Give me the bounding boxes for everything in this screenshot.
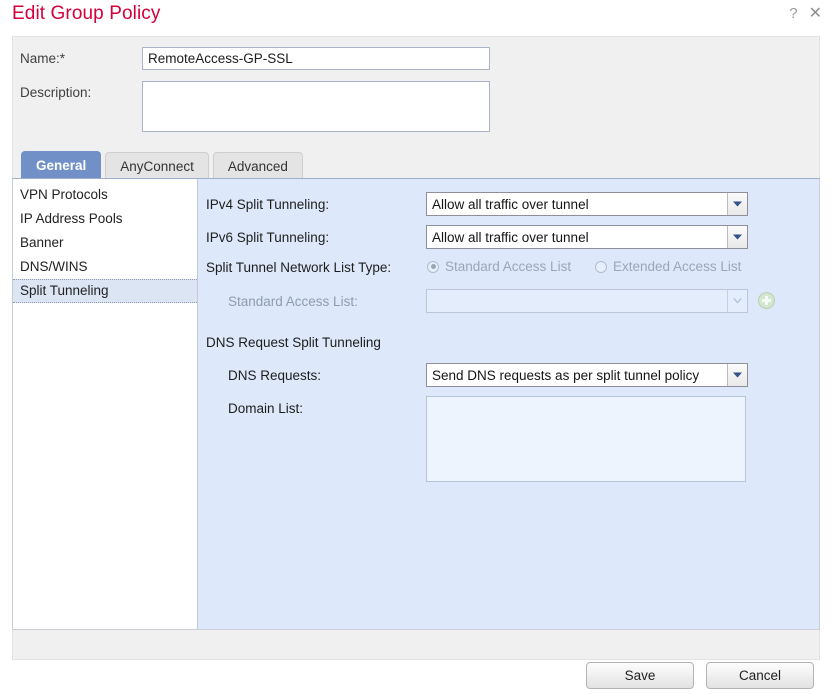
ipv4-split-tunneling-value: Allow all traffic over tunnel [432, 196, 589, 212]
tab-advanced[interactable]: Advanced [212, 152, 303, 179]
dns-requests-label: DNS Requests: [228, 368, 322, 383]
add-access-list-button [758, 292, 775, 309]
help-icon[interactable]: ? [789, 6, 797, 21]
sidebar-item-banner[interactable]: Banner [13, 231, 197, 255]
close-icon[interactable]: ✕ [809, 6, 822, 22]
save-button[interactable]: Save [586, 662, 694, 689]
radio-standard-access-list[interactable]: Standard Access List [427, 259, 571, 274]
chevron-down-icon [727, 193, 747, 215]
settings-category-list: VPN Protocols IP Address Pools Banner DN… [13, 179, 198, 629]
chevron-down-icon [727, 364, 747, 386]
dns-request-split-tunneling-section-label: DNS Request Split Tunneling [206, 335, 381, 350]
policy-identity-form: Name:* Description: [12, 36, 820, 140]
sidebar-item-dns-wins[interactable]: DNS/WINS [13, 255, 197, 279]
tab-general[interactable]: General [21, 151, 102, 179]
ipv6-split-tunneling-select[interactable]: Allow all traffic over tunnel [426, 225, 748, 249]
tab-strip: General AnyConnect Advanced [12, 140, 820, 179]
sidebar-item-split-tunneling[interactable]: Split Tunneling [13, 279, 197, 303]
domain-list-label: Domain List: [228, 401, 304, 416]
ipv6-split-tunneling-label: IPv6 Split Tunneling: [206, 230, 330, 245]
dialog-footer-strip [12, 630, 820, 660]
chevron-down-icon [727, 290, 747, 312]
ipv4-split-tunneling-label: IPv4 Split Tunneling: [206, 197, 330, 212]
name-label: Name:* [20, 51, 66, 66]
ipv4-split-tunneling-select[interactable]: Allow all traffic over tunnel [426, 192, 748, 216]
split-tunnel-network-list-type-label: Split Tunnel Network List Type: [206, 260, 392, 275]
tab-anyconnect[interactable]: AnyConnect [105, 152, 209, 179]
radio-unselected-icon [595, 260, 607, 273]
sidebar-item-vpn-protocols[interactable]: VPN Protocols [13, 183, 197, 207]
description-label: Description: [20, 85, 92, 100]
dialog-action-buttons: Save Cancel [586, 662, 814, 689]
radio-extended-access-list-label: Extended Access List [613, 259, 742, 274]
general-tab-panel: VPN Protocols IP Address Pools Banner DN… [12, 178, 820, 630]
split-tunneling-settings: IPv4 Split Tunneling: Allow all traffic … [198, 179, 819, 629]
plus-icon [762, 296, 771, 305]
description-input[interactable] [142, 81, 490, 132]
standard-access-list-label: Standard Access List: [228, 294, 358, 309]
dialog-titlebar: Edit Group Policy ? ✕ [0, 0, 832, 36]
radio-selected-icon [427, 260, 439, 273]
ipv6-split-tunneling-value: Allow all traffic over tunnel [432, 229, 589, 245]
standard-access-list-select [426, 289, 748, 313]
dns-requests-value: Send DNS requests as per split tunnel po… [432, 367, 700, 383]
dns-requests-select[interactable]: Send DNS requests as per split tunnel po… [426, 363, 748, 387]
sidebar-item-ip-address-pools[interactable]: IP Address Pools [13, 207, 197, 231]
domain-list-input[interactable] [426, 396, 746, 482]
radio-standard-access-list-label: Standard Access List [445, 259, 572, 274]
chevron-down-icon [727, 226, 747, 248]
titlebar-icons: ? ✕ [789, 6, 822, 22]
name-input[interactable] [142, 47, 490, 70]
page-title: Edit Group Policy [12, 3, 161, 24]
standard-access-list-value [427, 290, 727, 312]
edit-group-policy-dialog: Edit Group Policy ? ✕ Name:* Description… [0, 0, 832, 697]
radio-extended-access-list[interactable]: Extended Access List [595, 259, 741, 274]
cancel-button[interactable]: Cancel [706, 662, 814, 689]
